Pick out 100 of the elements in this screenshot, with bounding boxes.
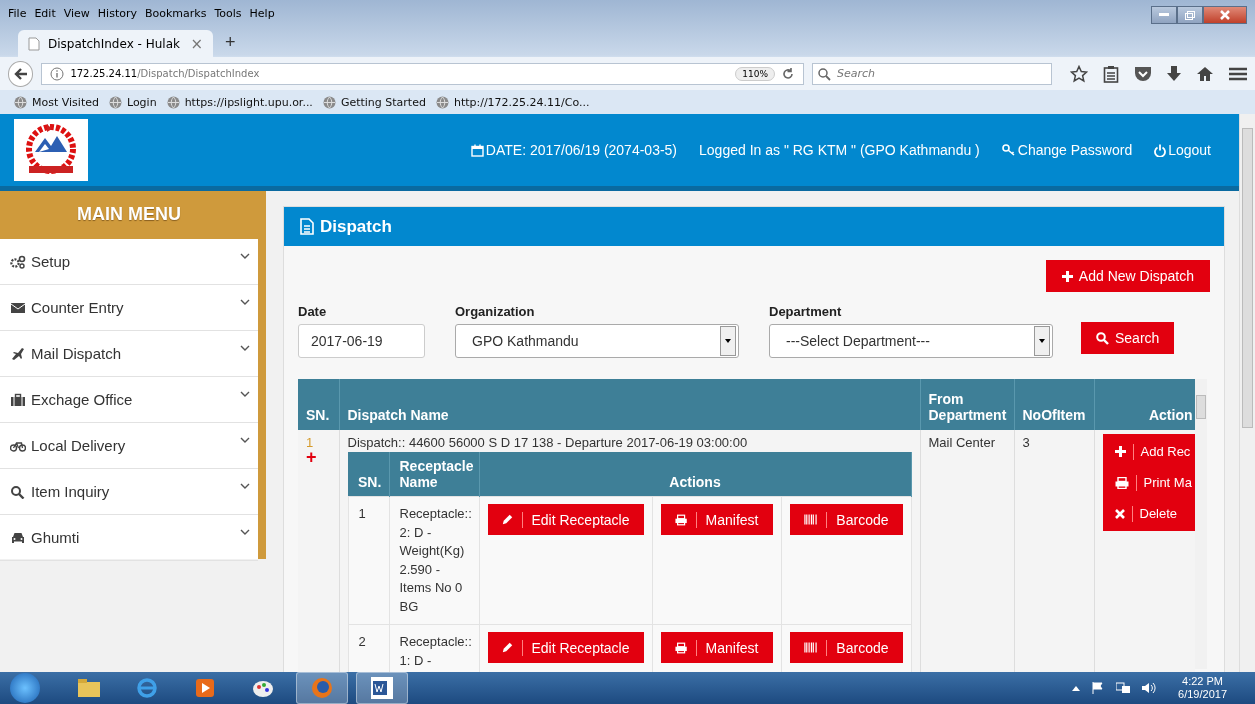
sidebar-item[interactable]: Mail Dispatch: [0, 331, 258, 377]
key-icon: [1001, 144, 1016, 156]
pencil-icon: [501, 641, 513, 654]
sidebar-item[interactable]: Item Inquiry: [0, 469, 258, 515]
menu-icon[interactable]: [1229, 66, 1247, 81]
column-header: Dispatch Name: [347, 407, 449, 423]
restore-button[interactable]: [1177, 6, 1203, 24]
browser-tab[interactable]: DispatchIndex - Hulak ×: [18, 30, 213, 57]
flag-icon[interactable]: [1092, 682, 1105, 694]
globe-icon: [322, 95, 336, 109]
logged-in-text: Logged In as " RG KTM " (GPO Kathmandu ): [699, 142, 980, 158]
row-number: 1: [306, 435, 315, 450]
barcode-icon: [803, 642, 818, 653]
sidebar-item[interactable]: Counter Entry: [0, 285, 258, 331]
network-icon[interactable]: [1116, 682, 1131, 694]
column-header: Action: [1148, 407, 1193, 423]
bookmark-link[interactable]: Login: [108, 95, 157, 109]
menu-item[interactable]: File: [8, 7, 27, 20]
column-header: From Department: [928, 391, 1007, 423]
home-icon[interactable]: [1196, 65, 1214, 82]
column-header: Actions: [669, 474, 721, 490]
chevron-down-icon: [240, 299, 250, 305]
barcode-button[interactable]: Barcode: [789, 632, 903, 663]
barcode-button[interactable]: Barcode: [789, 504, 903, 535]
new-tab-button[interactable]: +: [225, 32, 236, 53]
speaker-icon[interactable]: [1142, 682, 1157, 694]
dropdown-arrow-icon: [725, 339, 731, 343]
edit-button[interactable]: Edit Receptacle: [487, 632, 644, 663]
clipboard-icon[interactable]: [1103, 64, 1119, 83]
table-cell: 2: [358, 634, 366, 649]
zoom-badge[interactable]: 110%: [735, 66, 775, 81]
table-scrollbar[interactable]: [1195, 379, 1207, 669]
download-icon[interactable]: [1167, 65, 1181, 82]
sidebar-item[interactable]: Ghumti: [0, 515, 258, 561]
add-new-dispatch-button[interactable]: Add New Dispatch: [1045, 260, 1210, 292]
word-icon[interactable]: [356, 672, 408, 704]
chevron-down-icon: [240, 345, 250, 351]
bookmark-link[interactable]: http://172.25.24.11/Co...: [435, 95, 590, 109]
menu-item[interactable]: Edit: [34, 7, 56, 20]
organization-dropdown[interactable]: GPO Kathmandu: [455, 324, 739, 358]
chevron-down-icon: [240, 437, 250, 443]
power-icon: [1154, 143, 1167, 157]
globe-icon: [108, 95, 122, 109]
start-button[interactable]: [10, 673, 40, 703]
menu-item[interactable]: History: [97, 7, 137, 20]
menu-item[interactable]: View: [63, 7, 90, 20]
table-cell: 3: [1022, 435, 1030, 450]
sidebar-item[interactable]: Local Delivery: [0, 423, 258, 469]
panel-title: Dispatch: [284, 207, 1224, 246]
sidebar-item[interactable]: Setup: [0, 239, 258, 285]
sidebar-item[interactable]: Exchage Office: [0, 377, 258, 423]
barcode-icon: [803, 514, 818, 525]
search-icon: [10, 484, 26, 499]
minimize-icon: [1159, 13, 1169, 17]
close-button[interactable]: [1203, 6, 1247, 24]
logout-link[interactable]: Logout: [1154, 142, 1211, 158]
search-field[interactable]: Search: [812, 62, 1052, 85]
star-icon[interactable]: [1070, 64, 1088, 83]
back-button[interactable]: [8, 60, 34, 87]
printer-icon: [674, 513, 687, 526]
field-label: Department: [769, 304, 843, 319]
search-button[interactable]: Search: [1081, 322, 1175, 354]
department-dropdown[interactable]: ---Select Department---: [769, 324, 1053, 358]
bookmark-link[interactable]: https://ipslight.upu.or...: [166, 95, 313, 109]
bookmark-link[interactable]: Getting Started: [322, 95, 426, 109]
menu-item[interactable]: Help: [249, 7, 275, 20]
info-icon: [50, 66, 65, 81]
address-bar[interactable]: 172.25.24.11/Dispatch/DispatchIndex 110%: [41, 62, 804, 85]
menu-item[interactable]: Tools: [214, 7, 242, 20]
dropdown-arrow-icon: [1039, 339, 1045, 343]
print-button[interactable]: Manifest: [660, 504, 773, 535]
clock[interactable]: 4:22 PM 6/19/2017: [1178, 675, 1227, 701]
change-password-link[interactable]: Change Password: [1001, 142, 1133, 158]
chevron-down-icon: [240, 529, 250, 535]
document-icon: [300, 218, 314, 235]
envelope-icon: [10, 300, 26, 315]
chevron-down-icon: [240, 391, 250, 397]
edit-button[interactable]: Edit Receptacle: [487, 504, 644, 535]
tab-close-button[interactable]: ×: [190, 34, 203, 53]
page-scrollbar[interactable]: [1239, 114, 1255, 672]
tray-arrow-icon[interactable]: [1072, 685, 1081, 691]
print-button[interactable]: Manifest: [660, 632, 773, 663]
briefcase-icon: [10, 392, 26, 407]
field-label: Date: [298, 304, 328, 319]
date-field[interactable]: 2017-06-19: [298, 324, 425, 358]
expand-toggle[interactable]: +: [306, 450, 331, 464]
receptacle-name: Receptacle:: 2: D - Weight(Kg) 2.590 - Items No 0 BG: [399, 506, 472, 614]
table-cell: Mail Center: [928, 435, 995, 450]
restore-icon: [1185, 10, 1195, 20]
printer-icon: [1114, 476, 1129, 489]
bookmark-link[interactable]: Most Visited: [14, 95, 99, 109]
calendar-icon: [470, 143, 484, 157]
reload-icon[interactable]: [781, 66, 795, 81]
x-icon: [1114, 508, 1125, 519]
menu-item[interactable]: Bookmarks: [145, 7, 207, 20]
printer-icon: [674, 641, 687, 654]
search-icon: [1096, 331, 1109, 345]
chevron-down-icon: [240, 483, 250, 489]
minimize-button[interactable]: [1151, 6, 1177, 24]
plus-icon: [1061, 270, 1073, 282]
